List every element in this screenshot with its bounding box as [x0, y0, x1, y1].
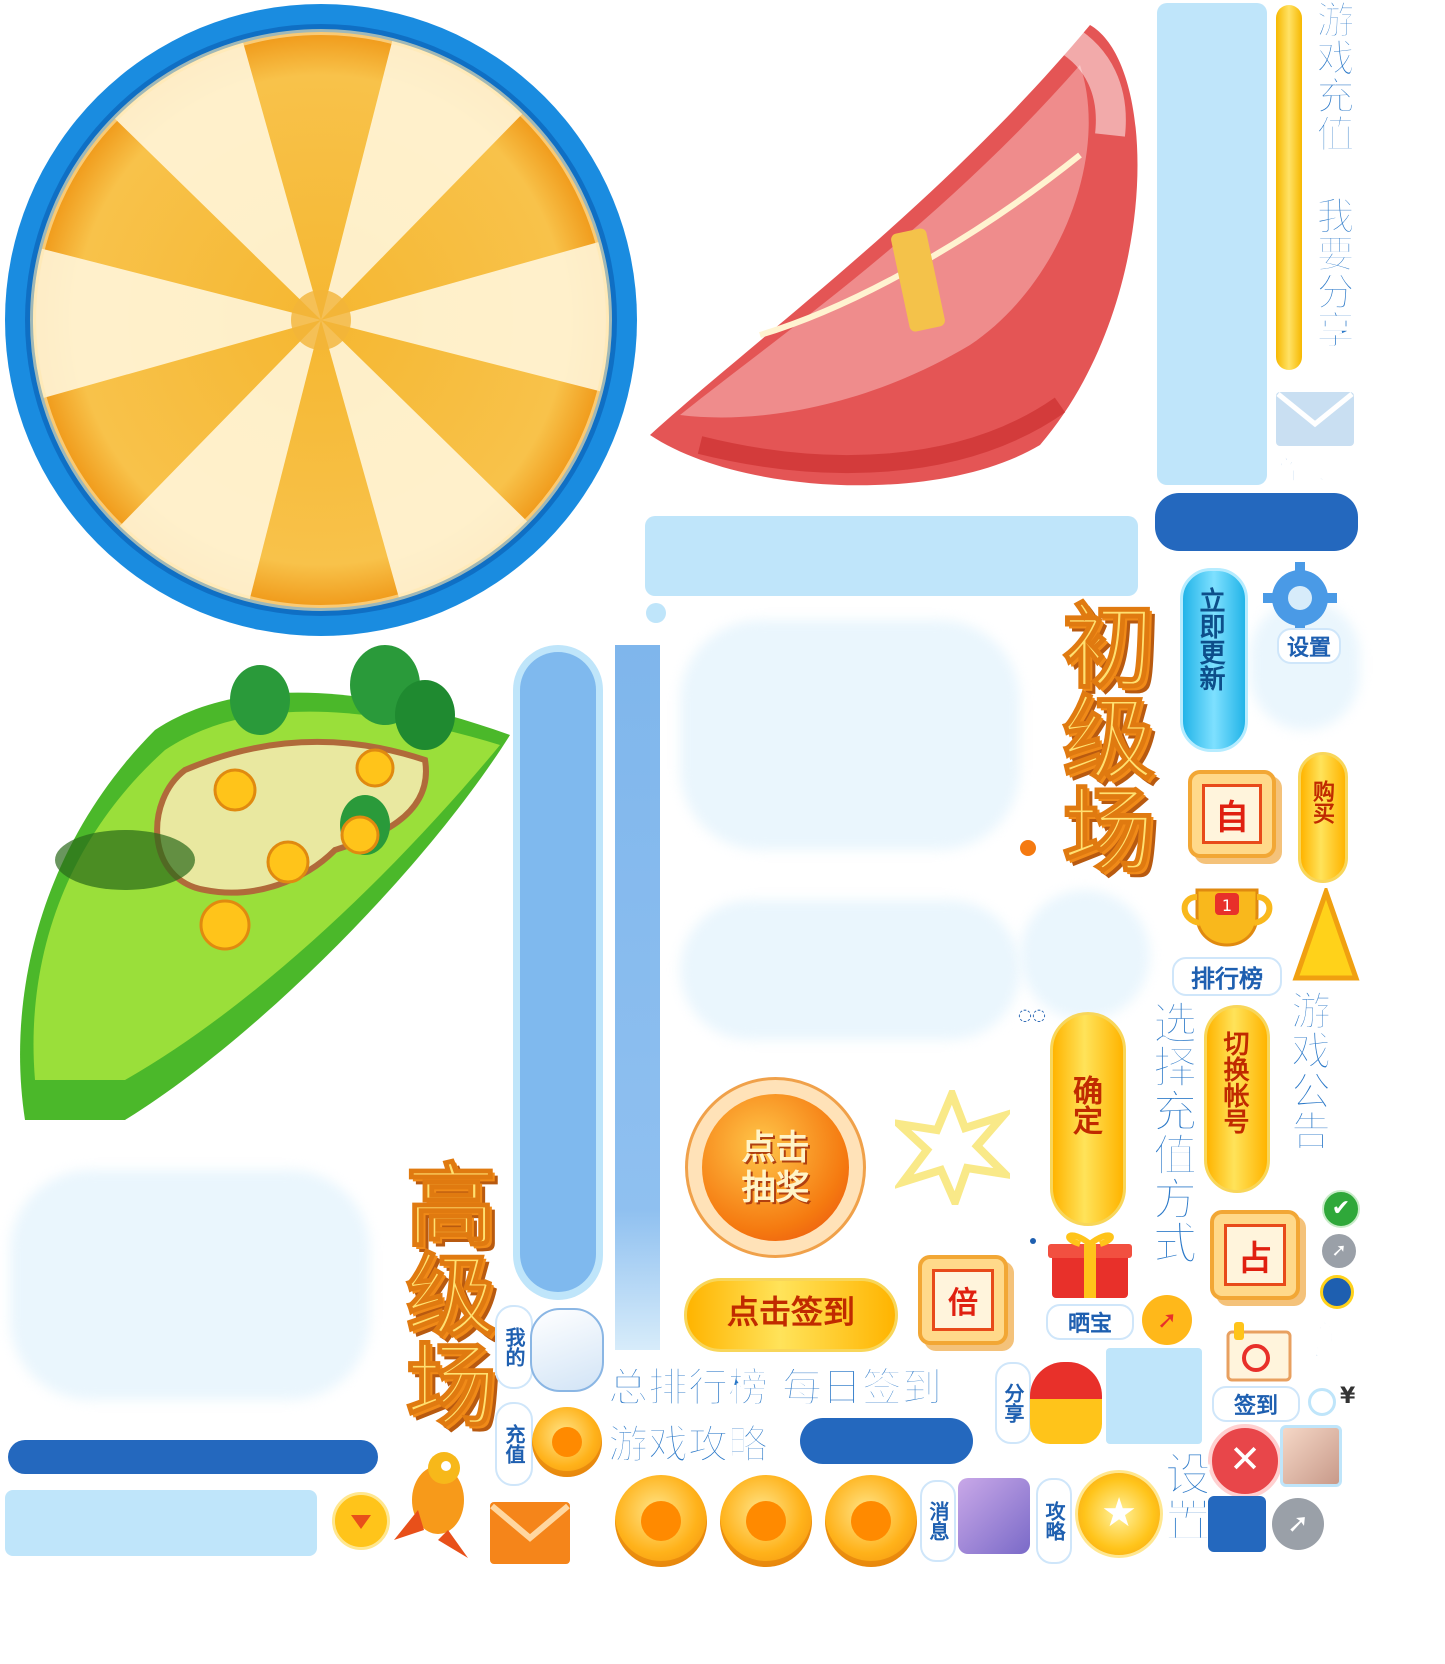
total-daily-label: 总排行榜 每日签到	[608, 1355, 943, 1413]
switch-account-button[interactable]: 切换帐号	[1204, 1005, 1270, 1193]
messages-icon	[958, 1478, 1030, 1554]
game-recharge-text: 游戏充值	[1310, 0, 1355, 153]
show-treasure-button[interactable]: 晒宝	[1040, 1228, 1140, 1340]
recharge-coin-icon[interactable]	[532, 1407, 602, 1477]
dark-blue-bar-center	[800, 1418, 973, 1464]
click-checkin-button[interactable]: 点击签到	[684, 1278, 898, 1352]
click-draw-inner: 点击抽奖	[702, 1094, 849, 1241]
click-draw-button[interactable]: 点击抽奖	[685, 1077, 866, 1258]
game-recharge-share-label: 游戏充值 我要分享	[1310, 0, 1355, 385]
leaderboard-label: 排行榜	[1172, 957, 1282, 996]
switch-account-label: 切换帐号	[1219, 1030, 1249, 1134]
green-island	[20, 645, 511, 1120]
cloud-center-bottom	[680, 900, 1020, 1040]
vertical-blue-scrollbar-inner	[520, 652, 596, 1292]
fortune-wheel[interactable]	[0, 0, 645, 645]
cloud-left	[10, 1170, 370, 1400]
card-occupy-label: 占	[1223, 1223, 1287, 1287]
guide-label[interactable]: 攻略	[1036, 1478, 1072, 1564]
mine-label[interactable]: 我的	[495, 1305, 533, 1389]
music-label: 音乐	[1308, 1320, 1337, 1369]
sound-label: 音效	[1272, 456, 1326, 487]
card-double[interactable]: 倍	[918, 1255, 1008, 1345]
update-now-button[interactable]: 立即更新	[1180, 568, 1248, 752]
horizontal-light-bar	[645, 516, 1138, 596]
senior-field-title: 高级场	[389, 1157, 496, 1429]
vertical-light-panel	[1157, 3, 1267, 485]
weibo-coin-button[interactable]	[825, 1475, 917, 1567]
choose-recharge-label: 选择充值方式	[1145, 1000, 1197, 1265]
close-icon[interactable]: ✕	[1208, 1424, 1282, 1498]
trophy-icon: 1	[1181, 888, 1273, 947]
cloud-center-top	[680, 620, 1020, 850]
click-draw-label: 点击抽奖	[741, 1127, 810, 1208]
rocket-icon-grey-2[interactable]: ➚	[1272, 1498, 1324, 1550]
radio-unselected-icon[interactable]	[1308, 1388, 1336, 1416]
daily-checkin-text: 每日签到	[781, 1365, 942, 1412]
messages-label[interactable]: 消息	[920, 1480, 956, 1562]
vertical-progress-bar	[1276, 5, 1302, 370]
radio-selected-icon[interactable]	[1320, 1275, 1354, 1309]
diamond-icon	[530, 1308, 604, 1392]
blue-square	[1208, 1496, 1266, 1552]
gift-icon	[1048, 1232, 1132, 1298]
card-double-label: 倍	[931, 1268, 995, 1332]
show-treasure-label: 晒宝	[1046, 1304, 1134, 1340]
settings-gear-button[interactable]: 设置	[1255, 560, 1360, 665]
junior-field-title: 初级场	[1046, 597, 1155, 875]
camera-coin-button[interactable]	[615, 1475, 707, 1567]
burst-effect	[895, 1090, 1010, 1205]
settings-label: 设置	[1277, 628, 1341, 664]
penguin-coin-button[interactable]	[720, 1475, 812, 1567]
card-self[interactable]: 自	[1188, 770, 1276, 858]
game-notice-label: 游戏公告	[1284, 990, 1331, 1151]
check-icon[interactable]: ✔	[1322, 1190, 1360, 1228]
yen-icon: ¥	[1340, 1384, 1356, 1409]
card-occupy[interactable]: 占	[1210, 1210, 1300, 1300]
checkin-button[interactable]: 签到	[1210, 1318, 1302, 1422]
total-leaderboard-text: 总排行榜	[608, 1365, 769, 1412]
share-text: 我要分享	[1310, 196, 1355, 349]
avatar[interactable]	[1280, 1425, 1342, 1487]
rocket-icon-orange[interactable]: ➚	[1142, 1295, 1192, 1345]
chips-icon: ◌◌	[1018, 1005, 1046, 1024]
buy-button[interactable]: 购买	[1298, 752, 1348, 883]
rocket-icon-grey[interactable]: ➚	[1322, 1234, 1356, 1268]
recharge-label[interactable]: 充值	[495, 1402, 533, 1486]
small-blue-dot	[1030, 1238, 1036, 1244]
dropdown-button[interactable]	[332, 1492, 390, 1550]
leaderboard-button[interactable]: 1 排行榜	[1172, 885, 1282, 996]
dark-blue-bar-bottom	[8, 1440, 378, 1474]
buy-label: 购买	[1309, 780, 1334, 824]
light-square-panel	[1106, 1348, 1202, 1444]
checkin-label: 签到	[1212, 1386, 1300, 1422]
star-medal-icon[interactable]: ★	[1075, 1470, 1163, 1558]
game-guide-label: 游戏攻略	[608, 1422, 769, 1469]
vertical-slim-bar	[615, 645, 660, 1350]
confirm-label: 确定	[1067, 1075, 1102, 1135]
dark-blue-bar-right	[1155, 493, 1358, 551]
light-input-bar[interactable]	[5, 1490, 317, 1556]
rank-one-text: 1	[1222, 896, 1232, 915]
mail-icon[interactable]	[1276, 392, 1354, 446]
confirm-button[interactable]: 确定	[1050, 1012, 1126, 1226]
yellow-triangle-icon	[1292, 888, 1360, 981]
share-character-icon	[1030, 1362, 1102, 1444]
mail-icon-orange[interactable]	[490, 1502, 570, 1564]
update-now-label: 立即更新	[1195, 587, 1225, 691]
card-self-label: 自	[1201, 783, 1263, 845]
phoenix-bird-decoration	[394, 1452, 468, 1558]
calendar-icon	[1226, 1322, 1292, 1382]
red-boat-decoration	[650, 5, 1138, 486]
cloud-right	[1020, 890, 1150, 1020]
orange-dot	[1020, 840, 1036, 856]
small-dot	[646, 603, 666, 623]
share-label[interactable]: 分享	[995, 1362, 1031, 1444]
